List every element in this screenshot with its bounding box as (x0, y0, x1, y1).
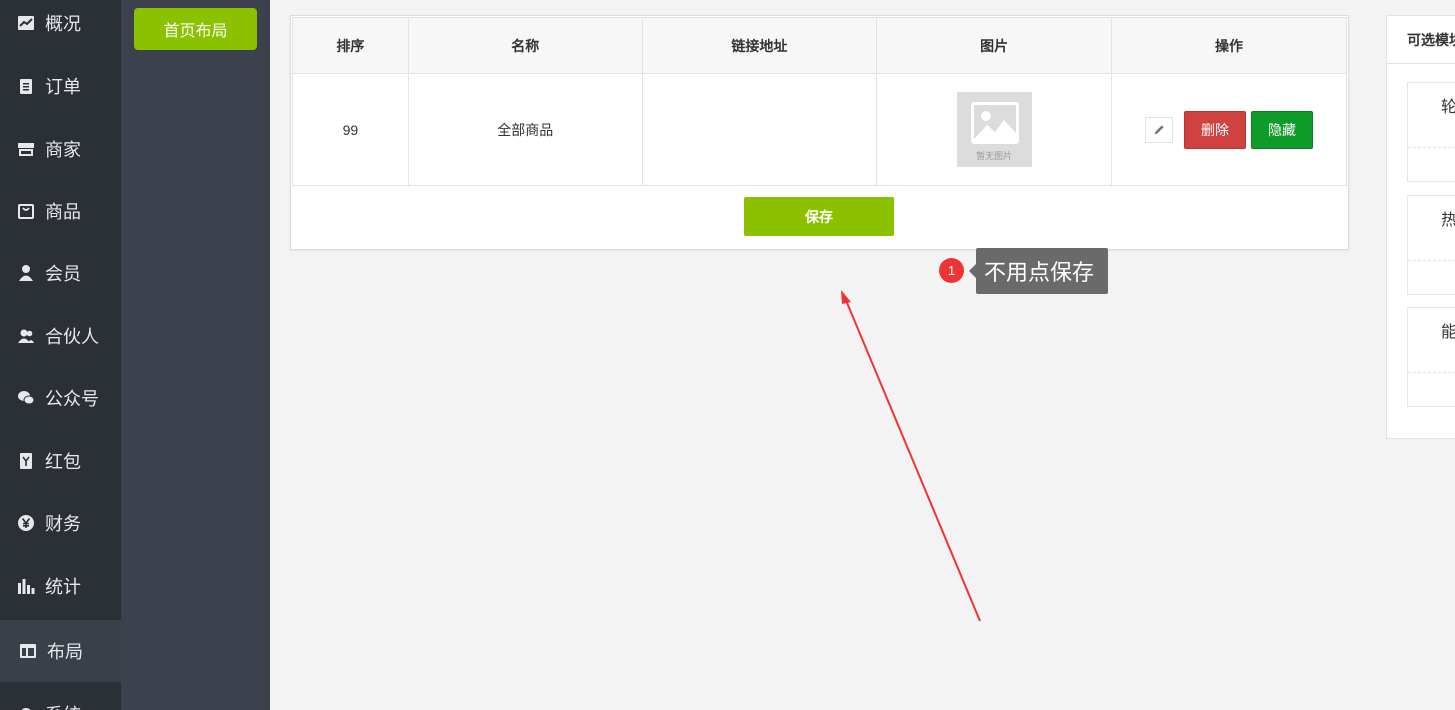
optional-modules-title: 可选模块 (1387, 16, 1455, 64)
column-header-sort: 排序 (292, 17, 409, 74)
layout-table: 排序 名称 链接地址 图片 操作 99 全部商品 暂无图片 删除 隐藏 (292, 17, 1347, 186)
yen-icon (16, 513, 36, 533)
table-header-row: 排序 名称 链接地址 图片 操作 (292, 17, 1347, 74)
nav-item-wechat[interactable]: 公众号 (0, 367, 121, 429)
link-value (641, 73, 878, 186)
image-placeholder: 暂无图片 (956, 92, 1032, 167)
module-card-label: 轮 (1441, 99, 1455, 116)
column-header-actions: 操作 (1111, 17, 1347, 74)
store-icon (16, 139, 36, 159)
nav-item-label: 财务 (45, 514, 81, 534)
wechat-icon (16, 388, 36, 408)
nav-item-label: 公众号 (45, 389, 99, 409)
name-value: 全部商品 (407, 73, 643, 186)
nav-item-partners[interactable]: 合伙人 (0, 305, 121, 367)
nav-item-orders[interactable]: 订单 (0, 55, 121, 117)
bar-chart-icon (16, 576, 36, 596)
actions-cell: 删除 隐藏 (1111, 73, 1347, 186)
annotation-badge: 1 (939, 258, 964, 283)
nav-item-label: 系统 (45, 701, 81, 710)
module-card-label: 能 (1441, 324, 1455, 341)
red-envelope-icon (16, 451, 36, 471)
nav-item-label: 合伙人 (45, 327, 99, 347)
image-placeholder-caption: 暂无图片 (976, 151, 1013, 161)
layout-table-panel: 排序 名称 链接地址 图片 操作 99 全部商品 暂无图片 删除 隐藏 保存 (290, 15, 1349, 250)
users-icon (16, 326, 36, 346)
nav-item-merchants[interactable]: 商家 (0, 118, 121, 180)
nav-item-label: 概况 (45, 14, 81, 34)
nav-item-label: 商家 (45, 140, 81, 160)
delete-button[interactable]: 删除 (1184, 110, 1247, 149)
gear-icon (16, 704, 36, 710)
nav-item-products[interactable]: 商品 (0, 180, 121, 242)
optional-modules-panel: 可选模块 轮 热 能 (1386, 15, 1455, 439)
nav-item-layout[interactable]: 布局 (0, 620, 121, 682)
nav-item-label: 会员 (45, 264, 81, 284)
user-icon (16, 263, 36, 283)
table-row: 99 全部商品 暂无图片 删除 隐藏 (292, 73, 1347, 186)
pencil-icon (1154, 125, 1164, 135)
column-header-link: 链接地址 (641, 17, 878, 74)
annotation-tooltip: 不用点保存 (968, 248, 1109, 294)
module-card-label: 热 (1441, 212, 1455, 229)
nav-item-system[interactable]: 系统 (0, 683, 121, 710)
save-button[interactable]: 保存 (744, 197, 894, 236)
nav-item-statistics[interactable]: 统计 (0, 555, 121, 617)
nav-item-label: 订单 (45, 77, 81, 97)
sub-sidebar: 首页布局 (121, 0, 270, 710)
nav-item-label: 红包 (45, 452, 81, 472)
nav-item-finance[interactable]: 财务 (0, 492, 121, 554)
column-header-name: 名称 (407, 17, 643, 74)
nav-item-label: 商品 (45, 202, 81, 222)
module-card[interactable]: 热 (1407, 195, 1455, 295)
nav-item-overview[interactable]: 概况 (0, 0, 121, 54)
layout-icon (18, 641, 38, 661)
nav-item-label: 布局 (47, 642, 83, 662)
image-placeholder-icon (970, 102, 1019, 144)
chart-line-icon (16, 13, 36, 33)
edit-button[interactable] (1145, 116, 1174, 143)
nav-item-members[interactable]: 会员 (0, 242, 121, 304)
clipboard-icon (16, 76, 36, 96)
home-layout-button[interactable]: 首页布局 (134, 8, 257, 50)
main-sidebar: 概况 订单 商家 商品 会员 合伙人 公众号 红包 财务 统计 布局 (0, 0, 121, 710)
column-header-image: 图片 (876, 17, 1113, 74)
sort-value: 99 (292, 73, 409, 186)
nav-item-redpacket[interactable]: 红包 (0, 430, 121, 492)
hide-button[interactable]: 隐藏 (1251, 110, 1314, 149)
module-card[interactable]: 能 (1407, 307, 1455, 407)
bag-icon (16, 201, 36, 221)
image-cell: 暂无图片 (876, 73, 1113, 186)
module-card[interactable]: 轮 (1407, 82, 1455, 182)
nav-item-label: 统计 (45, 577, 81, 597)
